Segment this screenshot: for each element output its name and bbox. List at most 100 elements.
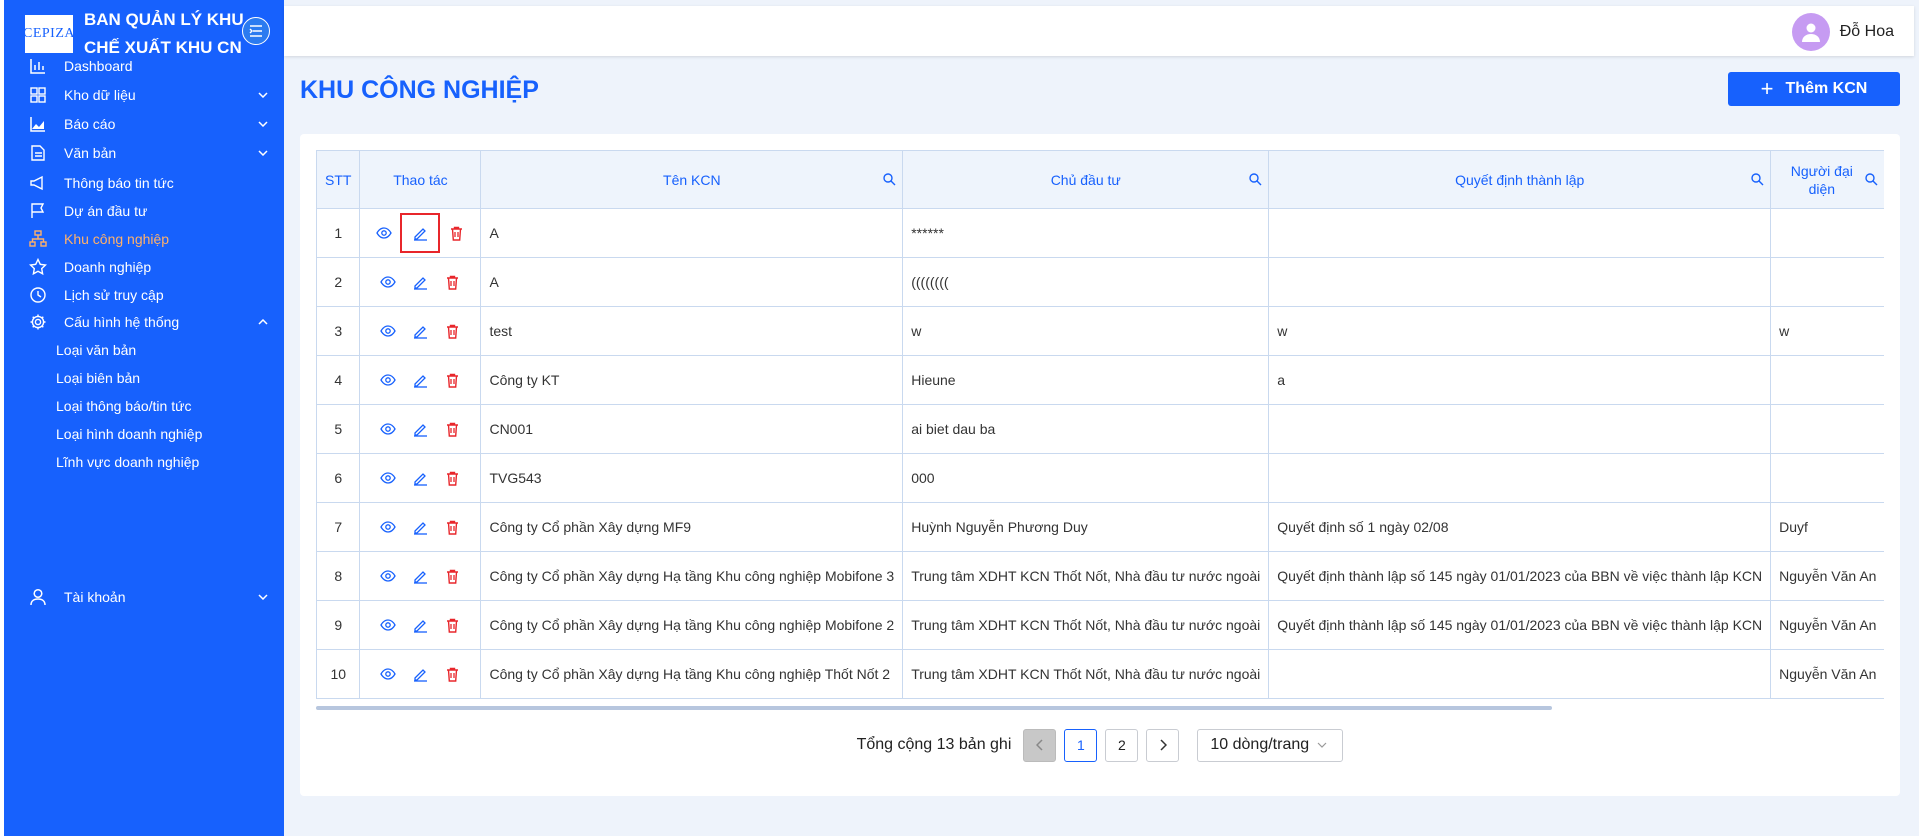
cell-stt: 7 bbox=[316, 502, 361, 552]
view-icon[interactable] bbox=[372, 410, 404, 448]
sidebar-item-khu-công-nghiệp[interactable]: Khu công nghiệp bbox=[28, 224, 278, 254]
sidebar-item-cấu-hình-hệ-thống[interactable]: Cấu hình hệ thống bbox=[28, 307, 278, 337]
sidebar-item-label: Doanh nghiệp bbox=[64, 259, 152, 275]
edit-icon[interactable] bbox=[404, 557, 436, 595]
sidebar-item-account[interactable]: Tài khoản bbox=[28, 582, 278, 612]
cell-nguoi-dai-dien bbox=[1770, 404, 1884, 454]
sidebar-item-kho-dữ-liệu[interactable]: Kho dữ liệu bbox=[28, 80, 278, 110]
edit-icon[interactable] bbox=[404, 459, 436, 497]
menu-collapse-icon bbox=[249, 25, 262, 37]
gear-icon bbox=[28, 312, 48, 332]
cell-quyet-dinh: Quyết định thành lập số 145 ngày 01/01/2… bbox=[1268, 551, 1772, 601]
view-icon[interactable] bbox=[368, 214, 400, 252]
sidebar-item-dashboard[interactable]: Dashboard bbox=[28, 51, 278, 81]
grid-icon bbox=[28, 85, 48, 105]
search-icon[interactable] bbox=[1750, 172, 1764, 186]
cell-quyet-dinh bbox=[1268, 453, 1772, 503]
cell-chu-dau-tu: Trung tâm XDHT KCN Thốt Nốt, Nhà đầu tư … bbox=[902, 551, 1270, 601]
edit-icon[interactable] bbox=[404, 508, 436, 546]
add-kcn-button[interactable]: + Thêm KCN bbox=[1728, 72, 1900, 106]
submenu-item[interactable]: Loại văn bản bbox=[56, 338, 136, 362]
search-icon[interactable] bbox=[1248, 172, 1262, 186]
cell-ten-kcn: A bbox=[480, 257, 904, 307]
view-icon[interactable] bbox=[372, 312, 404, 350]
sidebar-item-label: Lịch sử truy cập bbox=[64, 287, 164, 303]
delete-icon[interactable] bbox=[440, 214, 472, 252]
delete-icon[interactable] bbox=[436, 606, 468, 644]
page-size-select[interactable]: 10 dòng/trang bbox=[1197, 728, 1344, 762]
submenu-item[interactable]: Loại thông báo/tin tức bbox=[56, 394, 191, 418]
delete-icon[interactable] bbox=[436, 410, 468, 448]
delete-icon[interactable] bbox=[436, 263, 468, 301]
edit-icon[interactable] bbox=[404, 263, 436, 301]
org-chart-icon bbox=[28, 229, 48, 249]
chevron-down-icon bbox=[256, 88, 270, 102]
cell-stt: 2 bbox=[316, 257, 361, 307]
submenu-item[interactable]: Loại hình doanh nghiệp bbox=[56, 422, 202, 446]
delete-icon[interactable] bbox=[436, 361, 468, 399]
cell-chu-dau-tu: ai biet dau ba bbox=[902, 404, 1270, 454]
sidebar-item-văn-bản[interactable]: Văn bản bbox=[28, 138, 278, 168]
edit-icon[interactable] bbox=[404, 312, 436, 350]
edit-icon[interactable] bbox=[400, 213, 441, 253]
cell-stt: 10 bbox=[316, 649, 361, 699]
next-page-button[interactable] bbox=[1146, 728, 1180, 762]
sidebar-item-label: Thông báo tin tức bbox=[64, 175, 174, 191]
flag-icon bbox=[28, 201, 48, 221]
view-icon[interactable] bbox=[372, 508, 404, 546]
user-icon bbox=[28, 587, 48, 607]
cell-actions bbox=[359, 600, 482, 650]
main-content: Đỗ Hoa KHU CÔNG NGHIỆP + Thêm KCN STT Th… bbox=[284, 0, 1919, 836]
sidebar-item-doanh-nghiệp[interactable]: Doanh nghiệp bbox=[28, 252, 278, 282]
chevron-up-icon bbox=[256, 315, 270, 329]
delete-icon[interactable] bbox=[436, 655, 468, 693]
sidebar-item-label: Tài khoản bbox=[64, 589, 126, 605]
edit-icon[interactable] bbox=[404, 361, 436, 399]
table-card: STT Thao tác Tên KCN Chủ đầu tư Quyết đị… bbox=[300, 134, 1900, 796]
delete-icon[interactable] bbox=[436, 312, 468, 350]
search-icon[interactable] bbox=[882, 172, 896, 186]
chevron-down-icon bbox=[256, 590, 270, 604]
delete-icon[interactable] bbox=[436, 459, 468, 497]
table-header-row: STT Thao tác Tên KCN Chủ đầu tư Quyết đị… bbox=[316, 150, 1884, 209]
collapse-sidebar-button[interactable] bbox=[242, 17, 270, 45]
prev-page-button[interactable] bbox=[1023, 728, 1057, 762]
view-icon[interactable] bbox=[372, 361, 404, 399]
search-icon[interactable] bbox=[1864, 172, 1878, 186]
view-icon[interactable] bbox=[372, 606, 404, 644]
submenu-item[interactable]: Lĩnh vực doanh nghiệp bbox=[56, 450, 199, 474]
sidebar-item-dự-án-đầu-tư[interactable]: Dự án đầu tư bbox=[28, 196, 278, 226]
view-icon[interactable] bbox=[372, 655, 404, 693]
cell-quyet-dinh bbox=[1268, 257, 1772, 307]
cell-ten-kcn: Công ty Cổ phần Xây dựng MF9 bbox=[480, 502, 904, 552]
page-button-1[interactable]: 1 bbox=[1064, 728, 1098, 762]
column-header-nguoi-dai-dien: Người đại diện bbox=[1770, 150, 1884, 209]
total-records: Tổng cộng 13 bản ghi bbox=[856, 736, 1012, 753]
view-icon[interactable] bbox=[372, 263, 404, 301]
table-body: 1A******2A((((((((3testwwww4Công ty KTHi… bbox=[316, 208, 1884, 699]
kcn-table: STT Thao tác Tên KCN Chủ đầu tư Quyết đị… bbox=[316, 150, 1884, 699]
chevron-left-icon bbox=[1035, 739, 1043, 751]
edit-icon[interactable] bbox=[404, 655, 436, 693]
sidebar-item-label: Dashboard bbox=[64, 58, 133, 74]
sidebar-item-lịch-sử-truy-cập[interactable]: Lịch sử truy cập bbox=[28, 280, 278, 310]
cell-ten-kcn: A bbox=[480, 208, 904, 258]
cell-actions bbox=[359, 306, 482, 356]
table-scroll-area: STT Thao tác Tên KCN Chủ đầu tư Quyết đị… bbox=[316, 150, 1884, 708]
edit-icon[interactable] bbox=[404, 606, 436, 644]
logo: CEPIZA bbox=[23, 14, 75, 54]
page-size-value: 10 dòng/trang bbox=[1210, 736, 1310, 753]
view-icon[interactable] bbox=[372, 459, 404, 497]
submenu-item[interactable]: Loại biên bản bbox=[56, 366, 140, 390]
table-row: 2 A(((((((( bbox=[316, 257, 1884, 307]
page-button-2[interactable]: 2 bbox=[1105, 728, 1139, 762]
delete-icon[interactable] bbox=[436, 557, 468, 595]
user-menu[interactable]: Đỗ Hoa bbox=[1791, 13, 1894, 51]
delete-icon[interactable] bbox=[436, 508, 468, 546]
sidebar-item-báo-cáo[interactable]: Báo cáo bbox=[28, 109, 278, 139]
sidebar-item-thông-báo-tin-tức[interactable]: Thông báo tin tức bbox=[28, 168, 278, 198]
edit-icon[interactable] bbox=[404, 410, 436, 448]
chevron-down-icon bbox=[256, 146, 270, 160]
horizontal-scrollbar[interactable] bbox=[316, 706, 1552, 710]
view-icon[interactable] bbox=[372, 557, 404, 595]
